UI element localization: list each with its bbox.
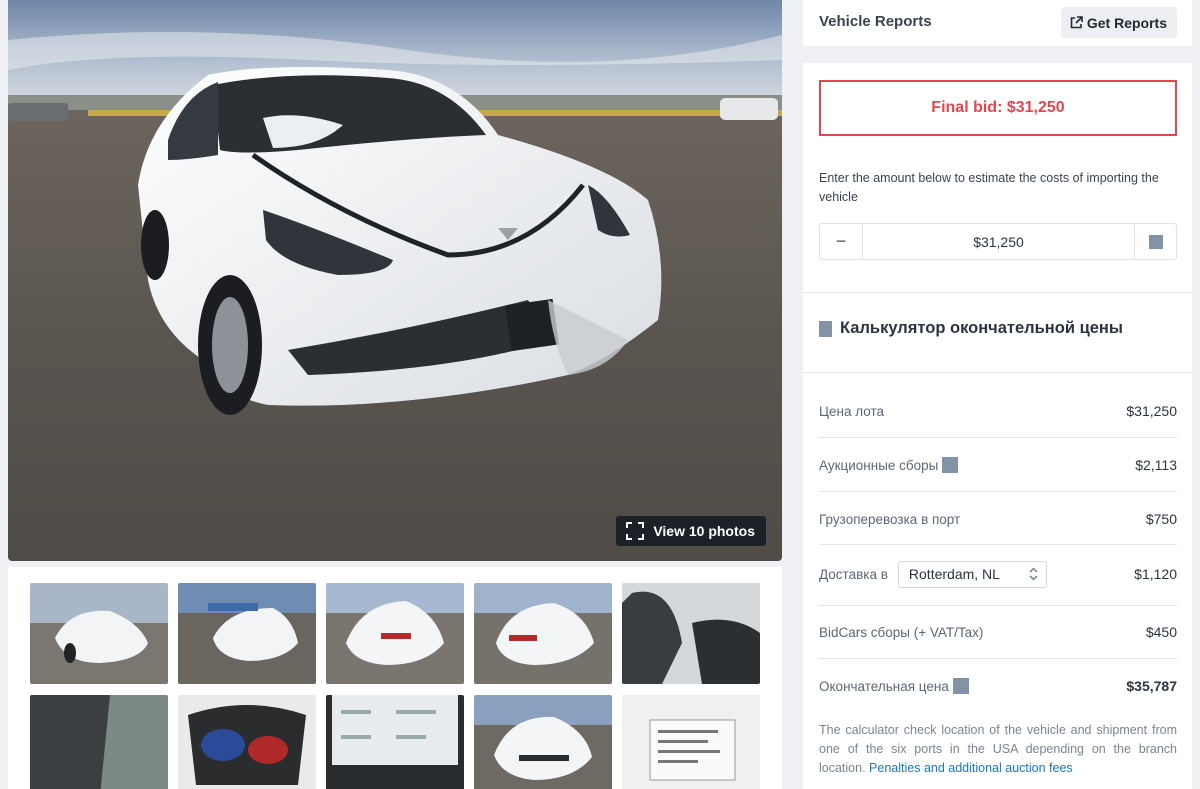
thumbnail-strip <box>8 567 782 789</box>
view-photos-label: View 10 photos <box>653 523 755 539</box>
decrease-button[interactable]: − <box>820 224 863 259</box>
car-photo-image <box>8 0 782 561</box>
final-price-value: $35,787 <box>1126 678 1177 694</box>
row-divider <box>819 658 1177 659</box>
thumbnail-image <box>622 695 760 789</box>
row-label: Цена лота <box>819 403 884 419</box>
amount-input[interactable] <box>863 224 1134 259</box>
delivery-label: Доставка в <box>819 566 888 582</box>
vehicle-reports-title: Vehicle Reports <box>819 13 932 30</box>
thumbnail-image <box>326 583 464 684</box>
row-label: Грузоперевозка в порт <box>819 511 961 527</box>
row-value: $31,250 <box>1126 403 1177 419</box>
row-value: $750 <box>1145 511 1177 527</box>
final-bid-box: Final bid: $31,250 <box>819 80 1177 136</box>
thumbnail-5[interactable] <box>622 583 760 684</box>
increase-button[interactable] <box>1134 224 1176 259</box>
calculator-footnote: The calculator check location of the veh… <box>819 721 1177 778</box>
thumbnail-image <box>30 583 168 684</box>
row-value: $1,120 <box>1134 566 1177 582</box>
get-reports-label: Get Reports <box>1086 14 1167 31</box>
section-divider <box>803 292 1192 293</box>
thumbnail-6[interactable] <box>30 695 168 789</box>
row-divider <box>819 605 1177 606</box>
port-shipping-row: Грузоперевозка в порт $750 <box>819 509 1177 529</box>
selected-port: Rotterdam, NL <box>908 566 1000 582</box>
view-photos-button[interactable]: View 10 photos <box>616 516 766 546</box>
final-price-label: Окончательная цена <box>819 678 949 694</box>
amount-stepper: − <box>819 223 1177 260</box>
thumbnail-8[interactable] <box>326 695 464 789</box>
row-label: Аукционные сборы <box>819 457 959 473</box>
row-value: $2,113 <box>1135 457 1177 473</box>
row-label: Доставка в Rotterdam, NL <box>819 560 1047 588</box>
row-divider <box>819 544 1177 545</box>
auction-fees-label: Аукционные сборы <box>819 457 939 473</box>
lot-price-row: Цена лота $31,250 <box>819 401 1177 421</box>
thumbnail-3[interactable] <box>326 583 464 684</box>
thumbnail-2[interactable] <box>178 583 316 684</box>
penalties-fees-link[interactable]: Penalties and additional auction fees <box>869 761 1073 775</box>
expand-icon <box>626 522 645 540</box>
thumbnail-image <box>178 695 316 789</box>
thumbnail-10[interactable] <box>622 695 760 789</box>
calculator-title: Калькулятор окончательной цены <box>819 319 1123 338</box>
thumbnail-4[interactable] <box>474 583 612 684</box>
info-icon[interactable] <box>952 678 969 694</box>
row-divider <box>819 437 1177 438</box>
main-vehicle-photo[interactable]: View 10 photos <box>8 0 782 561</box>
thumbnail-image <box>474 695 612 789</box>
thumbnail-1[interactable] <box>30 583 168 684</box>
row-divider <box>819 491 1177 492</box>
thumbnail-image <box>622 583 760 684</box>
row-value: $450 <box>1145 624 1177 640</box>
estimate-instruction: Enter the amount below to estimate the c… <box>819 171 1159 204</box>
final-bid-text: Final bid: $31,250 <box>931 99 1065 116</box>
chevron-updown-icon <box>1029 567 1038 581</box>
thumbnail-7[interactable] <box>178 695 316 789</box>
bidcars-fees-row: BidCars сборы (+ VAT/Tax) $450 <box>819 622 1177 642</box>
row-label: BidCars сборы (+ VAT/Tax) <box>819 624 984 640</box>
bid-calculator-card: Final bid: $31,250 Enter the amount belo… <box>803 63 1192 789</box>
thumbnail-image <box>178 583 316 684</box>
delivery-row: Доставка в Rotterdam, NL $1,120 <box>819 560 1177 588</box>
section-divider <box>803 372 1192 373</box>
thumbnail-image <box>326 695 464 789</box>
thumbnail-9[interactable] <box>474 695 612 789</box>
final-price-row: Окончательная цена $35,787 <box>819 676 1177 696</box>
row-label: Окончательная цена <box>819 678 969 694</box>
destination-port-select[interactable]: Rotterdam, NL <box>897 560 1047 588</box>
external-link-icon <box>1070 16 1083 29</box>
thumbnail-image <box>30 695 168 789</box>
get-reports-button[interactable]: Get Reports <box>1060 7 1177 38</box>
plus-icon <box>1148 234 1163 249</box>
calculator-icon <box>819 320 832 337</box>
info-icon[interactable] <box>942 457 959 473</box>
thumbnail-image <box>474 583 612 684</box>
auction-fees-row: Аукционные сборы $2,113 <box>819 455 1177 475</box>
calculator-title-text: Калькулятор окончательной цены <box>840 319 1123 337</box>
vehicle-reports-card: Vehicle Reports Get Reports <box>803 0 1192 46</box>
